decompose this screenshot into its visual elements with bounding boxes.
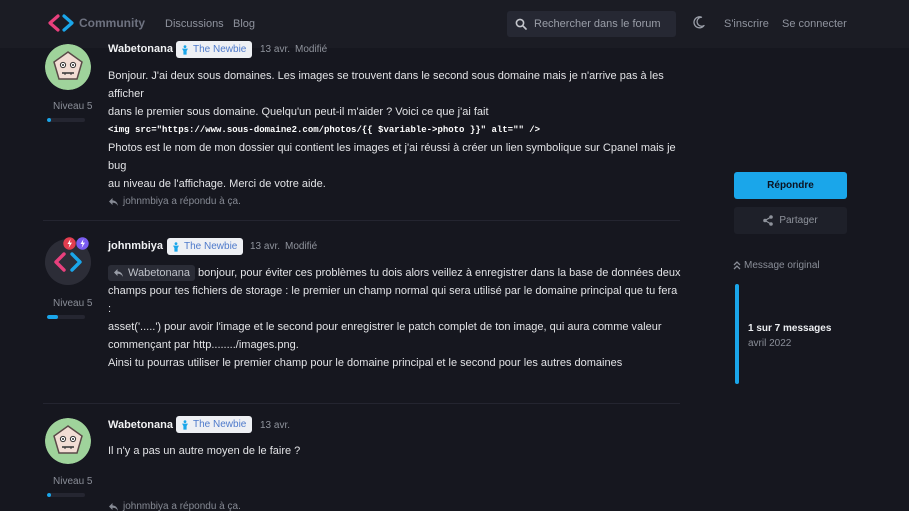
nav-discussions[interactable]: Discussions [165, 18, 224, 30]
search-icon [515, 18, 527, 30]
post-text-line: champs pour tes fichiers de storage : le… [108, 285, 678, 315]
reply-button[interactable]: Répondre [734, 172, 847, 199]
scrubber-date: avril 2022 [748, 338, 792, 349]
post-body: Il n'y a pas un autre moyen de le faire … [108, 442, 683, 460]
search-box[interactable] [507, 11, 676, 37]
share-button[interactable]: Partager [734, 207, 847, 234]
user-badge[interactable]: The Newbie [176, 41, 253, 58]
mention-chip[interactable]: Wabetonana [108, 265, 195, 282]
lightning-badges-icon [63, 237, 89, 250]
post-text-line: Bonjour. J'ai deux sous domaines. Les im… [108, 70, 664, 100]
post-text-line: Ainsi tu pourras utiliser le premier cha… [108, 357, 623, 369]
badge-label: The Newbie [193, 44, 247, 55]
post-body: Wabetonana bonjour, pour éviter ces prob… [108, 264, 683, 372]
post-first-line: Wabetonana bonjour, pour éviter ces prob… [108, 264, 683, 282]
double-chevron-up-icon [733, 261, 741, 270]
post-body: Bonjour. J'ai deux sous domaines. Les im… [108, 67, 683, 193]
original-message-label: Message original [744, 260, 820, 271]
reply-arrow-icon [109, 502, 118, 511]
badge-label: The Newbie [193, 419, 247, 430]
dark-mode-moon-icon[interactable] [693, 16, 705, 29]
avatar[interactable] [45, 418, 91, 464]
scrubber-handle[interactable] [735, 284, 739, 384]
share-icon [763, 215, 774, 226]
person-icon [182, 44, 188, 55]
share-label: Partager [779, 215, 818, 226]
user-badge[interactable]: The Newbie [167, 238, 244, 255]
level-progress-fill [47, 118, 51, 122]
post-text-line: bonjour, pour éviter ces problèmes tu do… [198, 267, 681, 279]
post-text-line: asset('.....') pour avoir l'image et le … [108, 321, 662, 333]
person-icon [173, 241, 179, 252]
code-brackets-logo-icon [48, 14, 74, 32]
signup-link[interactable]: S'inscrire [724, 18, 769, 30]
reply-arrow-icon [109, 197, 118, 206]
post-date[interactable]: 13 avr. [250, 241, 280, 252]
modified-label[interactable]: Modifié [295, 44, 327, 55]
search-input[interactable] [534, 18, 674, 30]
reply-note[interactable]: johnmbiya a répondu à ça. [108, 501, 241, 511]
post-divider [43, 220, 680, 221]
mention-name: Wabetonana [128, 267, 190, 280]
post-username[interactable]: Wabetonana [108, 43, 173, 55]
modified-label[interactable]: Modifié [285, 241, 317, 252]
level-progress-fill [47, 315, 59, 319]
user-level: Niveau 5 [53, 476, 93, 487]
user-level: Niveau 5 [53, 298, 93, 309]
post-text-line: Il n'y a pas un autre moyen de le faire … [108, 445, 301, 457]
scrubber-count: 1 sur 7 messages [748, 323, 832, 334]
pentagon-face-avatar-icon [45, 418, 91, 464]
brand-name: Community [79, 16, 145, 30]
post-date[interactable]: 13 avr. [260, 420, 290, 431]
code-snippet: <img src="https://www.sous-domaine2.com/… [108, 125, 541, 135]
user-level: Niveau 5 [53, 101, 93, 112]
original-message-link[interactable]: Message original [733, 260, 820, 271]
post-username[interactable]: Wabetonana [108, 419, 173, 431]
post-text-line: dans le premier sous domaine. Quelqu'un … [108, 106, 489, 118]
level-progress-bar [47, 315, 85, 319]
post-text-line: commençant par http......../images.png. [108, 339, 299, 351]
user-badge[interactable]: The Newbie [176, 416, 253, 433]
level-progress-bar [47, 118, 85, 122]
reply-arrow-icon [114, 269, 123, 278]
login-link[interactable]: Se connecter [782, 18, 847, 30]
post-text-line: au niveau de l'affichage. Merci de votre… [108, 178, 326, 190]
post-text-line: Photos est le nom de mon dossier qui con… [108, 142, 676, 172]
post-date[interactable]: 13 avr. [260, 44, 290, 55]
site-logo[interactable]: Community [47, 13, 145, 33]
level-progress-bar [47, 493, 85, 497]
reply-note[interactable]: johnmbiya a répondu à ça. [108, 196, 241, 207]
badge-label: The Newbie [184, 241, 238, 252]
reply-note-text: johnmbiya a répondu à ça. [123, 501, 241, 511]
avatar[interactable] [45, 44, 91, 90]
post-divider [43, 403, 680, 404]
nav-blog[interactable]: Blog [233, 18, 255, 30]
person-icon [182, 419, 188, 430]
pentagon-face-avatar-icon [45, 44, 91, 90]
top-header: Community Discussions Blog S'inscrire Se… [0, 0, 909, 48]
post-username[interactable]: johnmbiya [108, 240, 163, 252]
level-progress-fill [47, 493, 51, 497]
reply-note-text: johnmbiya a répondu à ça. [123, 196, 241, 207]
